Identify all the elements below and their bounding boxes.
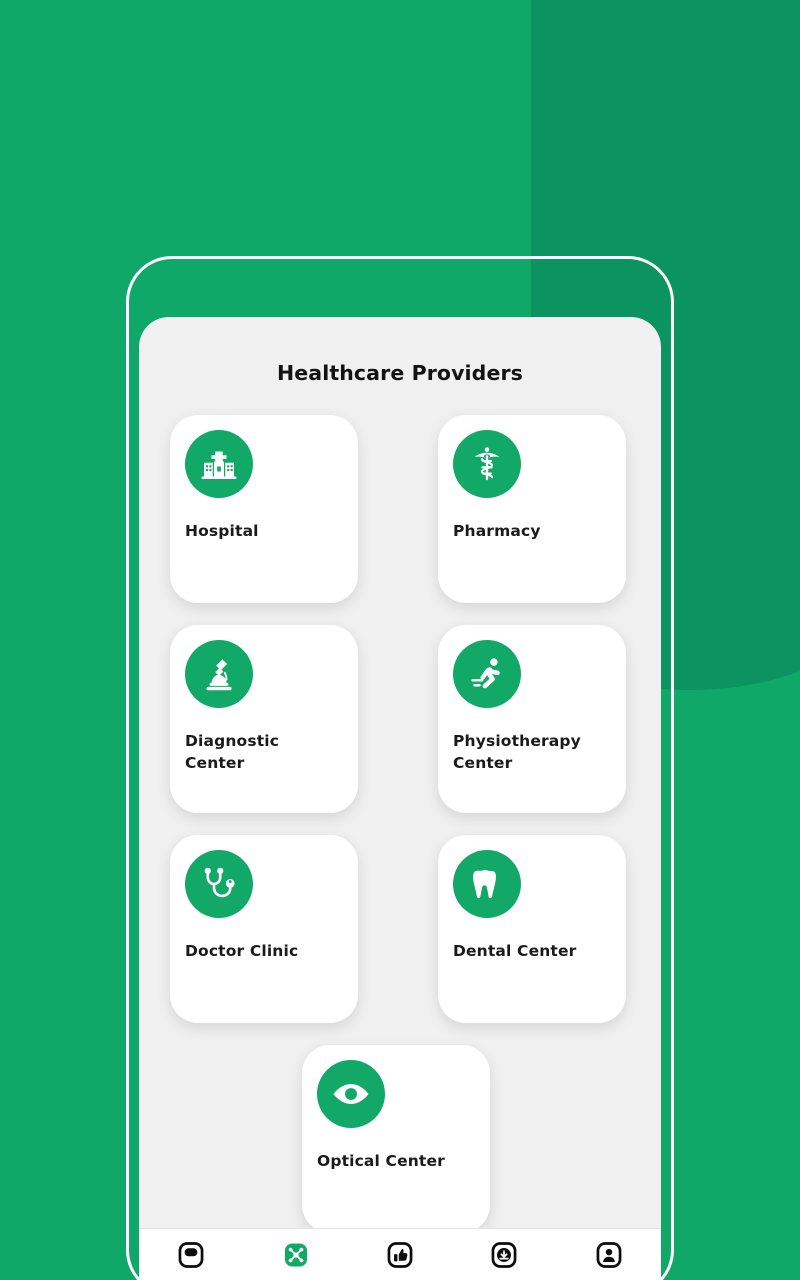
provider-card-label: Hospital xyxy=(185,522,259,540)
provider-card-label: Diagnostic Center xyxy=(185,732,280,773)
network-hub-icon xyxy=(279,1238,313,1272)
provider-card-label: Dental Center xyxy=(453,942,577,960)
user-account-icon xyxy=(592,1238,626,1272)
thumbs-up-icon xyxy=(383,1238,417,1272)
app-screenshot: Healthcare Providers Hospital Pharmacy D… xyxy=(0,0,800,1280)
provider-card-dental-center[interactable]: Dental Center xyxy=(438,835,626,1023)
provider-card-hospital[interactable]: Hospital xyxy=(170,415,358,603)
bottom-navigation-bar: Home Healthcare Pr xyxy=(139,1228,661,1280)
provider-card-label: Physiotherapy Center xyxy=(453,732,581,773)
provider-card-label: Pharmacy xyxy=(453,522,541,540)
cloud-download-icon xyxy=(487,1238,521,1272)
provider-card-diagnostic-center[interactable]: Diagnostic Center xyxy=(170,625,358,813)
home-rounded-square-icon xyxy=(174,1238,208,1272)
caduceus-icon xyxy=(453,430,521,498)
provider-card-label: Optical Center xyxy=(317,1152,445,1170)
hospital-building-icon xyxy=(185,430,253,498)
provider-card-optical-center[interactable]: Optical Center xyxy=(302,1045,490,1233)
microscope-icon xyxy=(185,640,253,708)
running-person-icon xyxy=(453,640,521,708)
provider-card-grid: Hospital Pharmacy Diagnostic Center Phys… xyxy=(139,415,661,1233)
provider-card-physiotherapy-center[interactable]: Physiotherapy Center xyxy=(438,625,626,813)
tooth-icon xyxy=(453,850,521,918)
nav-item-downloads[interactable]: Downloads xyxy=(452,1238,556,1280)
nav-item-home[interactable]: Home xyxy=(139,1238,243,1280)
eye-icon xyxy=(317,1060,385,1128)
provider-card-pharmacy[interactable]: Pharmacy xyxy=(438,415,626,603)
page-title: Healthcare Providers xyxy=(277,361,523,385)
nav-item-healthcare-providers[interactable]: Healthcare Provi... xyxy=(231,1238,361,1280)
stethoscope-icon xyxy=(185,850,253,918)
nav-item-evaluation[interactable]: Evaluation xyxy=(348,1238,452,1280)
provider-card-doctor-clinic[interactable]: Doctor Clinic xyxy=(170,835,358,1023)
nav-item-my-account[interactable]: My Account xyxy=(557,1238,661,1280)
provider-card-label: Doctor Clinic xyxy=(185,942,299,960)
phone-screen: Healthcare Providers Hospital Pharmacy D… xyxy=(139,317,661,1280)
